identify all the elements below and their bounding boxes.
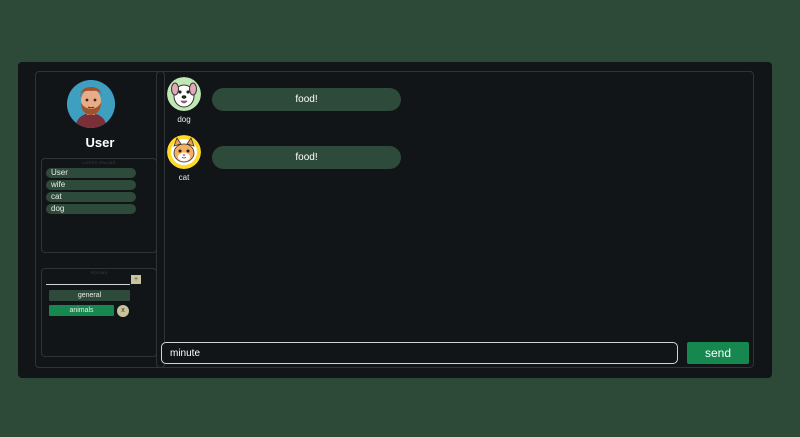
chat-panel: dog food! cat food! minute send <box>156 71 754 368</box>
user-list-item[interactable]: dog <box>46 204 136 214</box>
user-list-item[interactable]: cat <box>46 192 136 202</box>
cat-avatar-icon <box>167 135 201 169</box>
room-button-general[interactable]: general <box>49 290 130 301</box>
sidebar: User USERS ONLINE User wife cat dog ROOM… <box>35 71 165 368</box>
users-online-title: USERS ONLINE <box>82 160 116 165</box>
chat-app-window: User USERS ONLINE User wife cat dog ROOM… <box>18 62 772 378</box>
user-list-item[interactable]: wife <box>46 180 136 190</box>
sender-avatar <box>167 135 201 169</box>
message-sender: dog <box>177 115 191 124</box>
message-sender: cat <box>178 173 190 182</box>
rooms-panel: ROOMS + general animals x <box>41 268 157 357</box>
add-room-button[interactable]: + <box>131 275 141 284</box>
new-room-input[interactable] <box>46 274 130 285</box>
send-button[interactable]: send <box>687 342 749 364</box>
remove-room-button[interactable]: x <box>117 305 129 317</box>
room-button-animals[interactable]: animals <box>49 305 114 316</box>
message-bubble: food! <box>212 146 401 169</box>
user-avatar <box>67 80 115 128</box>
username-label: User <box>85 135 115 150</box>
users-online-panel: USERS ONLINE User wife cat dog <box>41 158 157 253</box>
chat-message: cat food! <box>167 135 747 185</box>
message-input[interactable] <box>161 342 678 364</box>
chat-message: dog food! <box>167 77 747 127</box>
sender-avatar <box>167 77 201 111</box>
new-room-row: + <box>46 274 142 285</box>
user-list-item[interactable]: User <box>46 168 136 178</box>
dog-avatar-icon <box>167 77 201 111</box>
user-avatar-icon <box>67 80 115 128</box>
message-bubble: food! <box>212 88 401 111</box>
